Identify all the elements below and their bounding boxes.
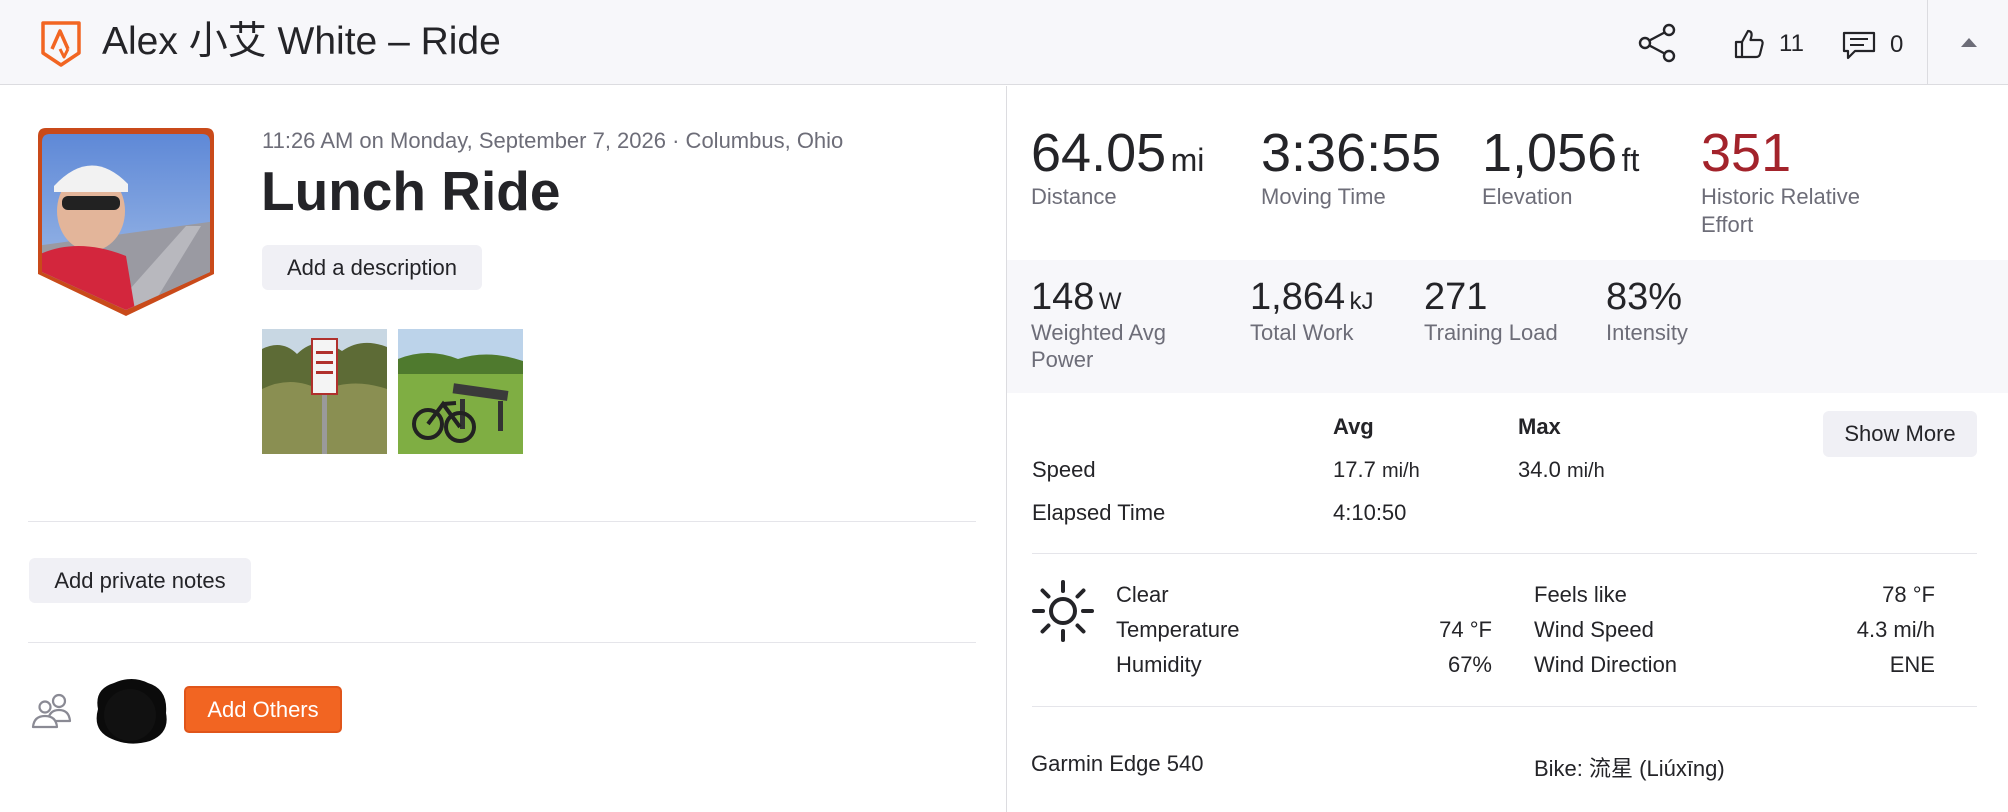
stat-total-work: 1,864 kJ Total Work (1250, 275, 1374, 346)
speed-label: Speed (1032, 457, 1096, 482)
activity-title[interactable]: Lunch Ride (261, 158, 560, 224)
stat-distance: 64.05 mi Distance (1031, 123, 1204, 211)
humidity-label: Humidity (1116, 652, 1202, 677)
stat-elevation: 1,056 ft Elevation (1482, 123, 1639, 211)
distance-label: Distance (1031, 184, 1117, 209)
total-work-unit: kJ (1349, 288, 1374, 315)
wind-speed-label: Wind Speed (1534, 617, 1654, 642)
kudos-count: 11 (1779, 30, 1804, 57)
comment-count: 0 (1890, 31, 1904, 58)
comment-icon (1842, 31, 1876, 60)
elapsed-time-label: Elapsed Time (1032, 500, 1166, 525)
activity-datetime-location: 11:26 AM on Monday, September 7, 2026 · … (262, 128, 844, 153)
elevation-unit: ft (1621, 142, 1640, 178)
feels-like-label: Feels like (1534, 582, 1627, 607)
section-divider (28, 521, 976, 522)
table-header-avg: Avg (1333, 414, 1374, 439)
table-header-max: Max (1518, 414, 1561, 439)
section-divider (28, 642, 976, 643)
training-load-label: Training Load (1424, 320, 1558, 345)
add-description-button[interactable]: Add a description (262, 245, 482, 290)
intensity-label: Intensity (1606, 320, 1688, 345)
moving-time-value: 3:36:55 (1261, 123, 1442, 183)
stat-weighted-power: 148 W Weighted Avg Power (1031, 275, 1166, 373)
wind-direction-label: Wind Direction (1534, 652, 1678, 677)
relative-effort-label-line1: Historic Relative (1701, 184, 1860, 209)
activity-photo-2[interactable] (398, 329, 523, 454)
stat-relative-effort[interactable]: 351 Historic Relative Effort (1701, 123, 1860, 239)
elapsed-time-value: 4:10:50 (1333, 500, 1407, 525)
kudos-button[interactable]: 11 (1733, 24, 1804, 64)
distance-unit: mi (1170, 142, 1205, 178)
device-name: Garmin Edge 540 (1031, 751, 1204, 776)
weather-condition: Clear (1116, 582, 1169, 607)
page-title: Alex 小艾 White – Ride (102, 20, 501, 63)
collapse-caret-icon[interactable] (1955, 30, 1983, 54)
stat-moving-time: 3:36:55 Moving Time (1261, 123, 1441, 211)
show-more-button[interactable]: Show More (1823, 411, 1977, 457)
relative-effort-value: 351 (1701, 123, 1792, 183)
wind-direction-value: ENE (1889, 652, 1935, 677)
share-icon[interactable] (1636, 22, 1678, 64)
relative-effort-label-line2: Effort (1701, 212, 1754, 237)
bike-name[interactable]: Bike: 流星 (Liúxīng) (1534, 751, 1725, 783)
total-work-label: Total Work (1250, 320, 1354, 345)
thumbs-up-icon (1734, 29, 1764, 59)
speed-avg: 17.7 mi/h (1333, 457, 1420, 482)
feels-like-value: 78 °F (1882, 582, 1935, 607)
distance-value: 64.05 (1031, 123, 1167, 183)
elevation-label: Elevation (1482, 184, 1573, 209)
athlete-avatar-small[interactable] (90, 675, 172, 745)
elevation-value: 1,056 (1482, 123, 1618, 183)
stat-intensity: 83% Intensity (1606, 275, 1688, 346)
total-work-value: 1,864 (1250, 276, 1346, 318)
stat-training-load: 271 Training Load (1424, 275, 1558, 346)
moving-time-label: Moving Time (1261, 184, 1386, 209)
wind-speed-value: 4.3 mi/h (1856, 617, 1935, 642)
comments-button[interactable]: 0 (1842, 26, 1903, 64)
panel-divider (1006, 86, 1007, 812)
header-divider (1927, 0, 1928, 85)
add-others-button[interactable]: Add Others (184, 686, 342, 733)
weighted-power-label-line1: Weighted Avg (1031, 320, 1166, 345)
add-private-notes-button[interactable]: Add private notes (29, 558, 251, 603)
weighted-power-value: 148 (1031, 276, 1095, 318)
group-people-icon (31, 693, 72, 729)
sun-icon (1032, 580, 1094, 642)
section-divider (1032, 706, 1977, 707)
weighted-power-unit: W (1098, 288, 1122, 315)
athlete-avatar-large[interactable] (36, 126, 216, 316)
weighted-power-label-line2: Power (1031, 347, 1094, 372)
activity-header: Alex 小艾 White – Ride 11 0 (0, 0, 2008, 85)
speed-avg-unit: mi/h (1381, 460, 1420, 482)
temperature-value: 74 °F (1439, 617, 1492, 642)
strava-logo-icon[interactable] (38, 19, 84, 67)
section-divider (1032, 553, 1977, 554)
intensity-value: 83% (1606, 276, 1683, 318)
speed-max-unit: mi/h (1566, 460, 1605, 482)
activity-photo-1[interactable] (262, 329, 387, 454)
training-load-value: 271 (1424, 276, 1488, 318)
speed-max: 34.0 mi/h (1518, 457, 1605, 482)
temperature-label: Temperature (1116, 617, 1240, 642)
humidity-value: 67% (1447, 652, 1492, 677)
